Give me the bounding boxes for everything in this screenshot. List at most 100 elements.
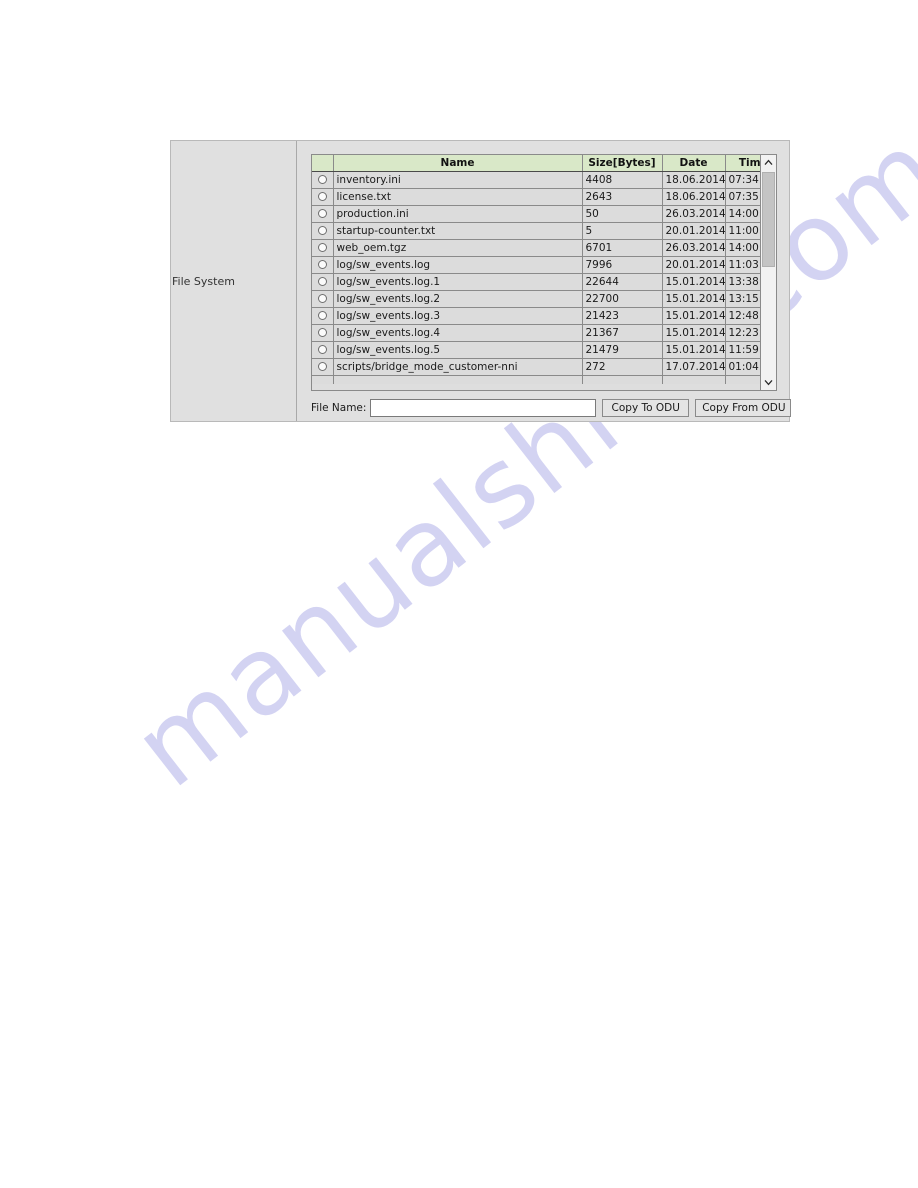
- table-row[interactable]: log/sw_events.log.42136715.01.201412:23:…: [312, 324, 760, 342]
- cell-file-name: log/sw_events.log.1: [333, 273, 583, 291]
- file-table-body: inventory.ini440818.06.201407:34:50licen…: [312, 171, 760, 384]
- file-action-bar: File Name: Copy To ODU Copy From ODU: [311, 398, 792, 418]
- panel-right-column: Name Size[Bytes] Date Time inventory.ini…: [298, 141, 792, 421]
- file-name-input[interactable]: [370, 399, 597, 417]
- cell-file-time: 13:15:00: [725, 290, 760, 308]
- column-header-time[interactable]: Time: [725, 155, 760, 172]
- radio-icon[interactable]: [317, 277, 327, 286]
- row-select-radio[interactable]: [312, 290, 334, 308]
- file-table-container: Name Size[Bytes] Date Time inventory.ini…: [311, 154, 777, 391]
- scrollbar-thumb[interactable]: [762, 172, 775, 267]
- radio-icon[interactable]: [317, 311, 327, 320]
- cell-file-time: 14:00:38: [725, 205, 760, 223]
- cell-partial: [333, 375, 583, 384]
- file-system-panel: File System Name Size[Bytes] Date Tim in…: [170, 140, 792, 422]
- row-select-radio[interactable]: [312, 188, 334, 206]
- cell-file-time: 13:38:53: [725, 273, 760, 291]
- section-title-text: File System: [172, 274, 235, 288]
- table-row[interactable]: log/sw_events.log.22270015.01.201413:15:…: [312, 290, 760, 308]
- cell-file-size: 2643: [582, 188, 663, 206]
- file-table-header-row: Name Size[Bytes] Date Time: [312, 155, 760, 172]
- cell-file-size: 22700: [582, 290, 663, 308]
- table-row[interactable]: inventory.ini440818.06.201407:34:50: [312, 171, 760, 189]
- cell-file-time: 11:59:53: [725, 341, 760, 359]
- radio-icon[interactable]: [317, 209, 327, 218]
- cell-file-time: 11:03:54: [725, 256, 760, 274]
- row-select-radio[interactable]: [312, 273, 334, 291]
- cell-file-size: 21367: [582, 324, 663, 342]
- cell-file-name: license.txt: [333, 188, 583, 206]
- scroll-down-arrow-icon[interactable]: [761, 375, 776, 390]
- cell-file-time: 07:35:21: [725, 188, 760, 206]
- table-row[interactable]: production.ini5026.03.201414:00:38: [312, 205, 760, 223]
- cell-file-date: 20.01.2014: [662, 256, 726, 274]
- copy-to-odu-button[interactable]: Copy To ODU: [602, 399, 690, 417]
- cell-file-name: log/sw_events.log.4: [333, 324, 583, 342]
- cell-file-date: 17.07.2014: [662, 358, 726, 376]
- column-header-name[interactable]: Name: [333, 155, 583, 172]
- cell-file-size: 4408: [582, 171, 663, 189]
- radio-icon[interactable]: [317, 175, 327, 184]
- radio-icon[interactable]: [317, 226, 327, 235]
- table-vertical-scrollbar[interactable]: [760, 155, 776, 390]
- radio-icon[interactable]: [317, 328, 327, 337]
- cell-file-date: 26.03.2014: [662, 205, 726, 223]
- table-row-partial: [312, 375, 760, 384]
- cell-file-size: 21479: [582, 341, 663, 359]
- cell-file-name: web_oem.tgz: [333, 239, 583, 257]
- cell-file-name: log/sw_events.log.5: [333, 341, 583, 359]
- file-table: Name Size[Bytes] Date Time inventory.ini…: [312, 155, 760, 384]
- radio-icon[interactable]: [317, 192, 327, 201]
- table-row[interactable]: startup-counter.txt520.01.201411:00:06: [312, 222, 760, 240]
- row-select-radio[interactable]: [312, 358, 334, 376]
- row-select-radio[interactable]: [312, 324, 334, 342]
- radio-icon[interactable]: [317, 260, 327, 269]
- table-row[interactable]: log/sw_events.log.32142315.01.201412:48:…: [312, 307, 760, 325]
- table-row[interactable]: log/sw_events.log799620.01.201411:03:54: [312, 256, 760, 274]
- column-header-size[interactable]: Size[Bytes]: [582, 155, 663, 172]
- row-select-radio[interactable]: [312, 307, 334, 325]
- cell-partial: [582, 375, 663, 384]
- table-row[interactable]: log/sw_events.log.52147915.01.201411:59:…: [312, 341, 760, 359]
- radio-icon[interactable]: [317, 362, 327, 371]
- file-table-head: Name Size[Bytes] Date Time: [312, 155, 760, 172]
- section-title: File System: [171, 275, 296, 288]
- cell-file-time: 14:00:40: [725, 239, 760, 257]
- cell-file-date: 15.01.2014: [662, 307, 726, 325]
- row-select-radio[interactable]: [312, 239, 334, 257]
- cell-file-date: 18.06.2014: [662, 188, 726, 206]
- cell-file-date: 15.01.2014: [662, 341, 726, 359]
- column-header-date[interactable]: Date: [662, 155, 726, 172]
- row-select-radio[interactable]: [312, 341, 334, 359]
- cell-file-date: 18.06.2014: [662, 171, 726, 189]
- table-row[interactable]: log/sw_events.log.12264415.01.201413:38:…: [312, 273, 760, 291]
- cell-file-date: 15.01.2014: [662, 273, 726, 291]
- row-select-radio[interactable]: [312, 256, 334, 274]
- table-row[interactable]: scripts/bridge_mode_customer-nni 272 17.07…: [312, 358, 760, 376]
- cell-file-time: 01:04:57: [725, 358, 760, 376]
- cell-file-size: 50: [582, 205, 663, 223]
- cell-file-name: log/sw_events.log.3: [333, 307, 583, 325]
- row-select-radio[interactable]: [312, 171, 334, 189]
- cell-file-time: 07:34:50: [725, 171, 760, 189]
- cell-file-size: 6701: [582, 239, 663, 257]
- file-name-label: File Name:: [311, 402, 367, 414]
- cell-file-name: inventory.ini: [333, 171, 583, 189]
- copy-from-odu-button[interactable]: Copy From ODU: [695, 399, 792, 417]
- cell-file-date: 20.01.2014: [662, 222, 726, 240]
- radio-icon[interactable]: [317, 294, 327, 303]
- cell-file-size: 5: [582, 222, 663, 240]
- column-header-select[interactable]: [312, 155, 334, 172]
- cell-file-name: scripts/bridge_mode_customer-nni: [333, 358, 583, 376]
- table-row[interactable]: web_oem.tgz670126.03.201414:00:40: [312, 239, 760, 257]
- radio-icon[interactable]: [317, 243, 327, 252]
- radio-icon[interactable]: [317, 345, 327, 354]
- table-row[interactable]: license.txt264318.06.201407:35:21: [312, 188, 760, 206]
- row-select-radio[interactable]: [312, 222, 334, 240]
- cell-file-name: log/sw_events.log.2: [333, 290, 583, 308]
- cell-file-date: 15.01.2014: [662, 290, 726, 308]
- cell-file-time: 11:00:06: [725, 222, 760, 240]
- scroll-up-arrow-icon[interactable]: [761, 155, 776, 170]
- row-select-radio[interactable]: [312, 205, 334, 223]
- cell-file-size: 21423: [582, 307, 663, 325]
